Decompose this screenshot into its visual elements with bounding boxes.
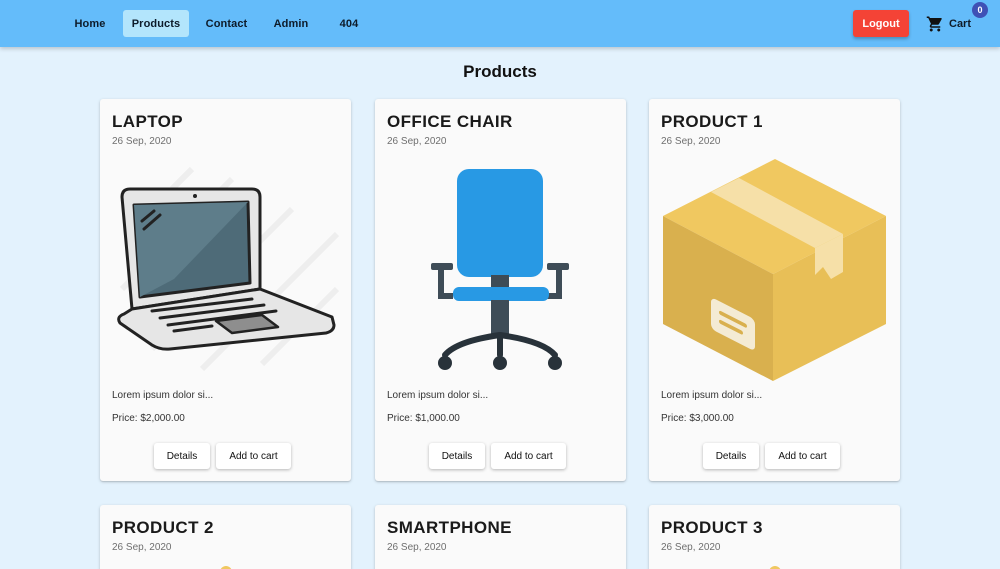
laptop-icon — [112, 159, 339, 381]
add-to-cart-button[interactable]: Add to cart — [765, 443, 840, 469]
logout-button[interactable]: Logout — [853, 10, 909, 37]
cart-button[interactable]: Cart — [926, 13, 972, 35]
box-icon — [661, 159, 888, 381]
product-date: 26 Sep, 2020 — [387, 542, 447, 553]
product-date: 26 Sep, 2020 — [387, 136, 447, 147]
product-title: PRODUCT 1 — [661, 112, 763, 131]
nav-contact[interactable]: Contact — [199, 10, 254, 37]
app-bar: Home Products Contact Admin 404 Logout C… — [0, 0, 1000, 47]
product-date: 26 Sep, 2020 — [112, 136, 172, 147]
product-title: SMARTPHONE — [387, 518, 512, 537]
product-card-laptop: LAPTOP 26 Sep, 2020 Lorem ipsum dolor si… — [100, 99, 351, 481]
product-card-product-1: PRODUCT 1 26 Sep, 2020 Lorem ipsum dolor… — [649, 99, 900, 481]
details-button[interactable]: Details — [703, 443, 759, 469]
product-price: Price: $1,000.00 — [387, 413, 460, 424]
add-to-cart-button[interactable]: Add to cart — [491, 443, 566, 469]
product-card-product-3: PRODUCT 3 26 Sep, 2020 — [649, 505, 900, 569]
nav-products[interactable]: Products — [123, 10, 189, 37]
office-chair-icon — [387, 159, 614, 381]
product-title: OFFICE CHAIR — [387, 112, 513, 131]
product-date: 26 Sep, 2020 — [661, 542, 721, 553]
nav-admin[interactable]: Admin — [266, 10, 316, 37]
add-to-cart-button[interactable]: Add to cart — [216, 443, 291, 469]
page-title: Products — [463, 62, 537, 81]
cart-label: Cart — [949, 18, 972, 30]
product-description: Lorem ipsum dolor si... — [387, 390, 489, 401]
cart-count-badge: 0 — [972, 2, 988, 18]
nav-home[interactable]: Home — [67, 10, 113, 37]
product-title: LAPTOP — [112, 112, 184, 131]
product-title: PRODUCT 3 — [661, 518, 763, 537]
product-card-smartphone: SMARTPHONE 26 Sep, 2020 — [375, 505, 626, 569]
nav-404[interactable]: 404 — [330, 10, 368, 37]
product-price: Price: $3,000.00 — [661, 413, 734, 424]
product-card-office-chair: OFFICE CHAIR 26 Sep, 2020 Lorem ipsum do… — [375, 99, 626, 481]
product-description: Lorem ipsum dolor si... — [112, 390, 214, 401]
product-price: Price: $2,000.00 — [112, 413, 185, 424]
product-date: 26 Sep, 2020 — [661, 136, 721, 147]
product-card-product-2: PRODUCT 2 26 Sep, 2020 — [100, 505, 351, 569]
shopping-cart-icon — [926, 15, 944, 33]
product-date: 26 Sep, 2020 — [112, 542, 172, 553]
product-description: Lorem ipsum dolor si... — [661, 390, 763, 401]
details-button[interactable]: Details — [429, 443, 485, 469]
product-title: PRODUCT 2 — [112, 518, 214, 537]
details-button[interactable]: Details — [154, 443, 210, 469]
